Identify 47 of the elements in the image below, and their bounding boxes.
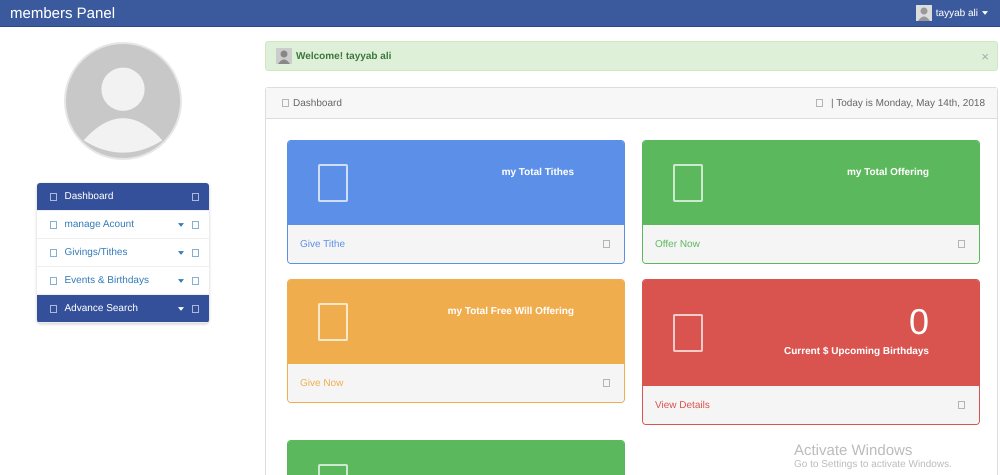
stat-title: Current $ Upcoming Birthdays — [784, 346, 929, 357]
square-icon — [50, 304, 56, 312]
square-icon — [192, 220, 198, 228]
square-icon — [816, 99, 824, 107]
stat-value: 0 — [908, 302, 929, 342]
document-icon — [318, 164, 348, 202]
square-icon — [282, 99, 289, 107]
avatar-icon — [64, 42, 182, 160]
card-link[interactable]: View Details — [643, 386, 979, 424]
document-icon — [673, 314, 703, 352]
square-icon — [192, 248, 198, 256]
caret-icon — [178, 278, 184, 282]
document-icon — [318, 303, 348, 341]
sidebar-item[interactable]: Givings/Tithes — [36, 239, 208, 267]
square-icon — [192, 192, 198, 200]
square-icon — [603, 379, 610, 387]
square-icon — [958, 401, 965, 409]
stat-title: my Total Offering — [846, 167, 929, 178]
sidebar-item[interactable]: manage Acount — [36, 211, 208, 239]
welcome-message: Welcome! tayyab ali — [296, 50, 392, 62]
caret-icon — [178, 306, 184, 310]
sidebar-item[interactable]: Events & Birthdays — [36, 267, 208, 295]
square-icon — [50, 276, 56, 284]
activation-notice: Activate Windows — [794, 442, 914, 459]
stat-title: my Total Free Will Offering — [448, 306, 574, 317]
stat-title: my Total Tithes — [502, 167, 574, 178]
square-icon — [958, 240, 965, 248]
document-icon — [673, 164, 703, 202]
sidebar-item[interactable]: Advance Search — [36, 295, 208, 323]
brand-title[interactable]: members Panel — [10, 4, 116, 22]
activation-hint: Go to Settings to activate Windows. — [794, 459, 953, 470]
avatar-icon — [276, 48, 292, 64]
card-link[interactable]: Give Tithe — [288, 225, 624, 263]
square-icon — [603, 240, 610, 248]
square-icon — [192, 276, 198, 284]
user-menu[interactable]: tayyab ali — [916, 5, 988, 21]
date-text: | Today is Monday, May 14th, 2018 — [831, 98, 985, 108]
sidebar-item[interactable]: Dashboard — [36, 183, 208, 211]
panel-title: Dashboard — [293, 98, 342, 108]
caret-icon — [178, 250, 184, 254]
square-icon — [50, 192, 56, 200]
square-icon — [192, 304, 198, 312]
caret-icon — [982, 11, 988, 15]
caret-icon — [178, 222, 184, 226]
square-icon — [50, 248, 56, 256]
square-icon — [50, 220, 56, 228]
avatar-icon — [916, 5, 932, 21]
